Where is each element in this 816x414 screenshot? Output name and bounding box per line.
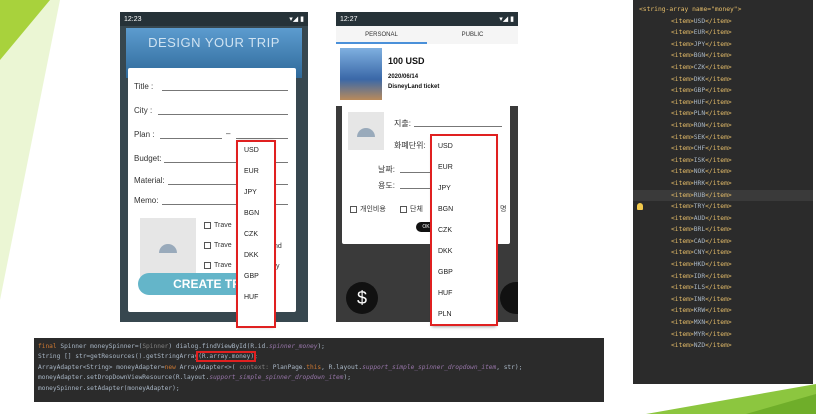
plan-label: Plan : [134, 130, 155, 139]
xml-item: <item>ILS</item> [671, 284, 732, 292]
highlight-box-dropdown-2 [430, 134, 498, 326]
code-line-3: ArrayAdapter<String> moneyAdapter=new Ar… [38, 363, 523, 371]
xml-item: <item>JPY</item> [671, 40, 732, 48]
xml-item: <item>GBP</item> [671, 87, 732, 95]
expense-card[interactable]: 100 USD 2020/06/14 DisneyLand ticket [336, 44, 518, 106]
tab-public[interactable]: PUBLIC [427, 26, 518, 44]
xml-item: <item>KRW</item> [671, 307, 732, 315]
xml-item: <item>EUR</item> [671, 29, 732, 37]
checkbox-travel-2[interactable]: Trave [204, 242, 232, 249]
code-line-5: moneySpinner.setAdapter(moneyAdapter); [38, 384, 180, 392]
xml-item: <item>RON</item> [671, 121, 732, 129]
xml-header: <string-array name="money"> [639, 6, 742, 13]
xml-item: <item>CZK</item> [671, 63, 732, 71]
plan-end-input[interactable] [236, 138, 288, 139]
xml-item: <item>SEK</item> [671, 133, 732, 141]
xml-item: <item>CAD</item> [671, 237, 732, 245]
xml-item: <item>MXN</item> [671, 319, 732, 327]
xml-item: <item>USD</item> [671, 17, 732, 25]
android-icon [357, 128, 375, 137]
memo-label: Memo: [134, 196, 159, 205]
xml-item: <item>MYR</item> [671, 330, 732, 338]
xml-item: <item>DKK</item> [671, 75, 732, 83]
card-amount: 100 USD [388, 56, 425, 66]
xml-item: <item>RUB</item> [633, 189, 813, 202]
status-time: 12:27 [340, 15, 358, 23]
checkbox-group[interactable]: 단체 [400, 204, 423, 214]
material-label: Material: [134, 176, 165, 185]
plan-dash: – [226, 129, 231, 138]
checkbox-personal[interactable]: 개인비용 [350, 204, 386, 214]
highlight-box-dropdown-1 [236, 140, 276, 328]
expense-input[interactable] [414, 126, 502, 127]
code-line-4: moneyAdapter.setDropDownViewResource(R.l… [38, 374, 351, 382]
photo-placeholder[interactable] [348, 112, 384, 150]
highlight-box-array-ref: (R.array.money) [196, 351, 257, 363]
title-input[interactable] [162, 90, 288, 91]
xml-item: <item>TRY</item> [671, 203, 732, 211]
budget-label: Budget: [134, 154, 162, 163]
add-expense-fab[interactable]: $ [346, 282, 378, 314]
code-line-2: String [] str=getResources().getStringAr… [38, 351, 258, 363]
secondary-fab[interactable] [500, 282, 518, 314]
xml-item: <item>HUF</item> [671, 98, 732, 106]
title-label: Title : [134, 82, 154, 91]
castle-photo [340, 48, 382, 100]
tab-personal[interactable]: PERSONAL [336, 26, 427, 44]
slide-decoration-top [0, 0, 50, 60]
status-icons: ▾◢ ▮ [499, 16, 514, 23]
checkbox-travel-1[interactable]: Trave [204, 222, 232, 229]
xml-item: <item>HRK</item> [671, 179, 732, 187]
expense-label: 지출: [394, 119, 411, 128]
xml-item: <item>PLN</item> [671, 110, 732, 118]
status-bar: 12:23 ▾◢ ▮ [120, 12, 308, 26]
android-icon [159, 244, 177, 253]
purpose-label: 용도: [378, 181, 395, 190]
code-line-1: final Spinner moneySpinner=(Spinner) dia… [38, 343, 325, 350]
xml-item: <item>NOK</item> [671, 168, 732, 176]
xml-item: <item>IDR</item> [671, 272, 732, 280]
plan-start-input[interactable] [160, 138, 222, 139]
date-input[interactable] [400, 172, 430, 173]
xml-string-array: <string-array name="money"> <item>USD</i… [633, 0, 813, 384]
xml-item: <item>NZD</item> [671, 342, 732, 350]
card-date: 2020/06/14 [388, 74, 419, 80]
xml-item: <item>CNY</item> [671, 249, 732, 257]
slide-decoration-bottom-right-dark [746, 394, 816, 414]
xml-item: <item>BGN</item> [671, 52, 732, 60]
lightbulb-icon[interactable] [637, 203, 643, 210]
xml-item: <item>INR</item> [671, 295, 732, 303]
phone-screenshot-plan: 12:23 ▾◢ ▮ DESIGN YOUR TRIP Title : City… [120, 12, 308, 322]
group-tail-label: 명 [500, 206, 507, 213]
status-bar: 12:27 ▾◢ ▮ [336, 12, 518, 26]
xml-item: <item>CHF</item> [671, 145, 732, 153]
city-label: City : [134, 106, 153, 115]
status-time: 12:23 [124, 15, 142, 23]
checkbox-travel-3-tail: y [276, 263, 280, 270]
currency-label: 화폐단위: [394, 141, 426, 150]
xml-item: <item>AUD</item> [671, 214, 732, 222]
date-label: 날짜: [378, 165, 395, 174]
city-input[interactable] [158, 114, 288, 115]
xml-item: <item>HKD</item> [671, 261, 732, 269]
java-code-snippet: final Spinner moneySpinner=(Spinner) dia… [34, 338, 604, 402]
xml-item: <item>ISK</item> [671, 156, 732, 164]
status-icons: ▾◢ ▮ [289, 16, 304, 23]
checkbox-travel-3[interactable]: Trave [204, 262, 232, 269]
tab-bar: PERSONAL PUBLIC [336, 26, 518, 44]
purpose-input[interactable] [400, 188, 430, 189]
card-name: DisneyLand ticket [388, 84, 440, 90]
xml-item: <item>BRL</item> [671, 226, 732, 234]
